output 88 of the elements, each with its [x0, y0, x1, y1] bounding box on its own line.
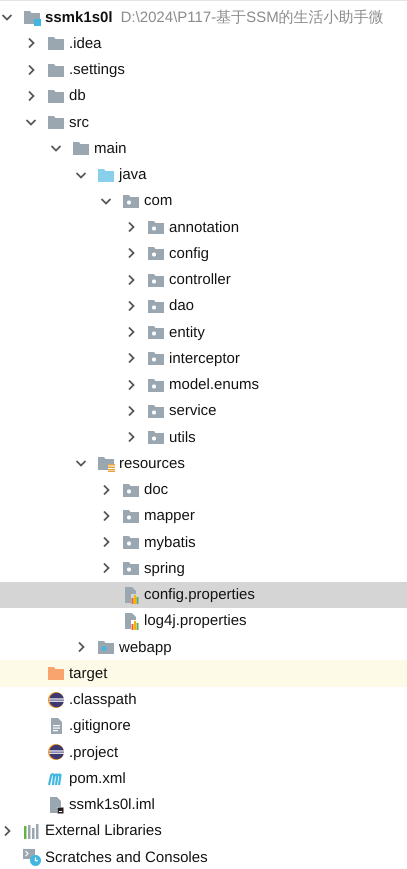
item-name: config.properties: [144, 586, 255, 604]
properties-file-icon: [122, 612, 140, 630]
item-name: .gitignore: [69, 717, 131, 734]
item-name: mapper: [144, 507, 195, 524]
tree-row[interactable]: db: [0, 82, 407, 109]
item-name: resources: [119, 454, 185, 472]
tree-row[interactable]: .classpath: [0, 686, 407, 713]
tree-row[interactable]: controller: [0, 266, 407, 293]
tree-row[interactable]: .settings: [0, 56, 407, 83]
item-name: controller: [169, 271, 231, 288]
tree-row[interactable]: annotation: [0, 214, 407, 240]
item-name: spring: [144, 560, 185, 577]
tree-row[interactable]: dao: [0, 292, 407, 319]
tree-row[interactable]: config: [0, 240, 407, 266]
tree-row[interactable]: config.properties: [0, 582, 407, 608]
package-folder-icon: [147, 428, 165, 446]
package-folder-icon: [147, 218, 165, 236]
properties-file-icon: [122, 586, 140, 604]
item-name: webapp: [119, 638, 172, 656]
tree-row[interactable]: .gitignore: [0, 712, 407, 739]
item-name: .project: [69, 744, 118, 761]
item-name: db: [69, 87, 86, 104]
tree-row[interactable]: com: [0, 188, 407, 214]
item-name: pom.xml: [69, 770, 126, 787]
item-name: utils: [169, 428, 196, 446]
tree-row[interactable]: .project: [0, 739, 407, 766]
item-name: log4j.properties: [144, 612, 247, 630]
tree-row[interactable]: mybatis: [0, 529, 407, 556]
item-name: config: [169, 244, 210, 262]
folder-icon: [47, 113, 65, 132]
folder-icon: [47, 664, 65, 682]
item-name: dao: [169, 297, 194, 314]
tree-row[interactable]: target: [0, 660, 407, 686]
eclipse-icon: [47, 690, 65, 709]
item-name: com: [144, 192, 172, 210]
item-name: java: [119, 166, 147, 184]
tree-row[interactable]: model.enums: [0, 372, 407, 398]
item-name: .settings: [69, 61, 125, 78]
package-folder-icon: [122, 533, 140, 552]
item-name: main: [94, 140, 127, 157]
scratches-icon: [23, 848, 41, 866]
web-folder-icon: [97, 638, 115, 656]
tree-row[interactable]: service: [0, 398, 407, 424]
tree-row[interactable]: log4j.properties: [0, 608, 407, 634]
tree-row[interactable]: External Libraries: [0, 818, 407, 844]
item-name: model.enums: [169, 376, 260, 394]
tree-row[interactable]: src: [0, 109, 407, 136]
tree-row[interactable]: pom.xml: [0, 765, 407, 792]
item-name: entity: [169, 324, 205, 341]
item-name: service: [169, 402, 217, 420]
tree-row[interactable]: .idea: [0, 30, 407, 56]
module-folder-icon: [23, 8, 41, 26]
tree-row[interactable]: entity: [0, 319, 407, 346]
item-name: ssmk1s0l: [45, 8, 113, 26]
tree-row[interactable]: interceptor: [0, 345, 407, 372]
project-path: D:\2024\P117-基于SSM的生活小助手微: [120, 8, 384, 27]
item-name: .idea: [69, 34, 102, 52]
libraries-icon: [23, 822, 41, 840]
item-name: .classpath: [69, 691, 137, 708]
tree-row[interactable]: utils: [0, 424, 407, 450]
tree-row[interactable]: ssmk1s0l D:\2024\P117-基于SSM的生活小助手微: [0, 4, 407, 30]
item-name: interceptor: [169, 350, 240, 367]
tree-row[interactable]: mapper: [0, 502, 407, 529]
folder-icon: [47, 34, 65, 52]
tree-row[interactable]: main: [0, 135, 407, 162]
tree-row[interactable]: spring: [0, 555, 407, 582]
package-folder-icon: [147, 349, 165, 368]
item-name: Scratches and Consoles: [45, 848, 208, 866]
package-folder-icon: [147, 244, 165, 262]
folder-icon: [72, 139, 90, 158]
eclipse-icon: [47, 743, 65, 762]
item-name: annotation: [169, 218, 240, 236]
item-name: target: [69, 664, 108, 682]
item-name: ssmk1s0l.iml: [69, 796, 155, 814]
package-folder-icon: [122, 559, 140, 578]
module-file-icon: [47, 796, 65, 814]
tree-row[interactable]: doc: [0, 476, 407, 503]
tree-row[interactable]: ssmk1s0l.iml: [0, 792, 407, 818]
tree-row[interactable]: resources: [0, 450, 407, 476]
item-name: doc: [144, 481, 168, 498]
tree-row[interactable]: java: [0, 162, 407, 188]
resources-folder-icon: [97, 454, 115, 472]
item-name: src: [69, 114, 89, 131]
item-name: mybatis: [144, 534, 196, 551]
tree-row[interactable]: webapp: [0, 634, 407, 660]
item-name: External Libraries: [45, 822, 162, 840]
package-folder-icon: [147, 323, 165, 342]
tree-row[interactable]: Scratches and Consoles: [0, 844, 407, 869]
